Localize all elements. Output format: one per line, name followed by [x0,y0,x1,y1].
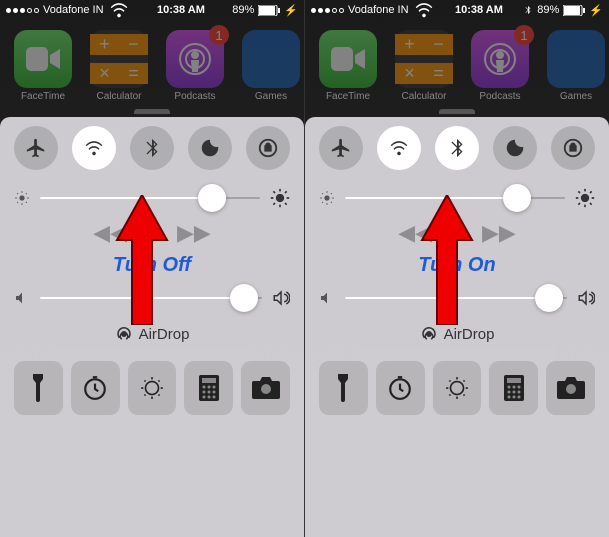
clock: 10:38 AM [455,4,503,16]
bluetooth-icon [446,137,468,159]
carrier: Vodafone IN [348,4,409,16]
signal-icon [311,8,344,13]
badge: 1 [514,25,534,45]
camera-button[interactable] [546,361,595,415]
calculator-icon [199,375,219,401]
clock: 10:38 AM [157,4,205,16]
carrier: Vodafone IN [43,4,104,16]
brightness-low-icon [14,190,30,206]
badge: 1 [209,25,229,45]
wifi-icon [388,137,410,159]
lock-rotation-icon [257,137,279,159]
charging-icon: ⚡ [589,4,603,17]
battery-icon [563,5,585,16]
home-apps: FaceTime +−×=Calculator 1Podcasts Games [0,20,304,112]
battery-icon [258,5,280,16]
flashlight-button[interactable] [14,361,63,415]
volume-low-icon [319,290,335,306]
bluetooth-icon [141,137,163,159]
nightshift-icon [444,375,470,401]
bluetooth-status-icon [523,0,533,21]
camera-icon [252,377,280,399]
calculator-button[interactable] [184,361,233,415]
brightness-low-icon [319,190,335,206]
charging-icon: ⚡ [284,4,298,17]
next-track-button[interactable]: ▶▶ [177,220,211,246]
app-games[interactable]: Games [547,30,605,102]
moon-icon [504,137,526,159]
next-track-button[interactable]: ▶▶ [482,220,516,246]
camera-icon [557,377,585,399]
dnd-toggle[interactable] [188,126,232,170]
grabber[interactable] [134,109,170,114]
control-center: ◀◀ ▶▶ Turn Off AirDrop [0,117,304,537]
nightshift-icon [139,375,165,401]
grabber[interactable] [439,109,475,114]
bluetooth-toggle[interactable] [435,126,479,170]
nightshift-button[interactable] [128,361,177,415]
wifi-icon [108,0,130,21]
airplane-toggle[interactable] [14,126,58,170]
home-apps: FaceTime +−×=Calculator 1Podcasts Games [305,20,609,112]
battery-pct: 89% [537,4,559,16]
airdrop-button[interactable]: AirDrop [319,325,595,343]
rotation-lock-toggle[interactable] [246,126,290,170]
wifi-toggle[interactable] [72,126,116,170]
lock-rotation-icon [562,137,584,159]
app-podcasts[interactable]: 1Podcasts [471,30,529,102]
wifi-icon [413,0,435,21]
timer-icon [387,375,413,401]
airplane-icon [330,137,352,159]
nightshift-button[interactable] [433,361,482,415]
airdrop-button[interactable]: AirDrop [14,325,290,343]
app-facetime[interactable]: FaceTime [14,30,72,102]
bluetooth-toggle[interactable] [130,126,174,170]
airplane-icon [25,137,47,159]
status-bar: Vodafone IN 10:38 AM 89% ⚡ [0,0,304,20]
app-facetime[interactable]: FaceTime [319,30,377,102]
flashlight-icon [28,374,48,402]
airdrop-icon [115,325,133,343]
timer-icon [82,375,108,401]
wifi-icon [83,137,105,159]
signal-icon [6,8,39,13]
app-podcasts[interactable]: 1Podcasts [166,30,224,102]
app-games[interactable]: Games [242,30,300,102]
calculator-icon [504,375,524,401]
flashlight-icon [333,374,353,402]
volume-high-icon [272,289,290,307]
status-bar: Vodafone IN 10:38 AM 89% ⚡ [305,0,609,20]
phone-left: Vodafone IN 10:38 AM 89% ⚡ FaceTime +−×=… [0,0,304,537]
dnd-toggle[interactable] [493,126,537,170]
volume-low-icon [14,290,30,306]
calculator-button[interactable] [489,361,538,415]
app-calculator[interactable]: +−×=Calculator [395,30,453,102]
phone-right: Vodafone IN 10:38 AM 89% ⚡ FaceTime +−×=… [305,0,609,537]
annotation-arrow [417,195,477,325]
app-calculator[interactable]: +−×=Calculator [90,30,148,102]
timer-button[interactable] [376,361,425,415]
annotation-arrow [112,195,172,325]
moon-icon [199,137,221,159]
wifi-toggle[interactable] [377,126,421,170]
volume-high-icon [577,289,595,307]
camera-button[interactable] [241,361,290,415]
airdrop-icon [420,325,438,343]
flashlight-button[interactable] [319,361,368,415]
brightness-high-icon [270,188,290,208]
timer-button[interactable] [71,361,120,415]
airplane-toggle[interactable] [319,126,363,170]
battery-pct: 89% [232,4,254,16]
control-center: ◀◀ ▶▶ Turn On AirDrop [305,117,609,537]
brightness-high-icon [575,188,595,208]
rotation-lock-toggle[interactable] [551,126,595,170]
